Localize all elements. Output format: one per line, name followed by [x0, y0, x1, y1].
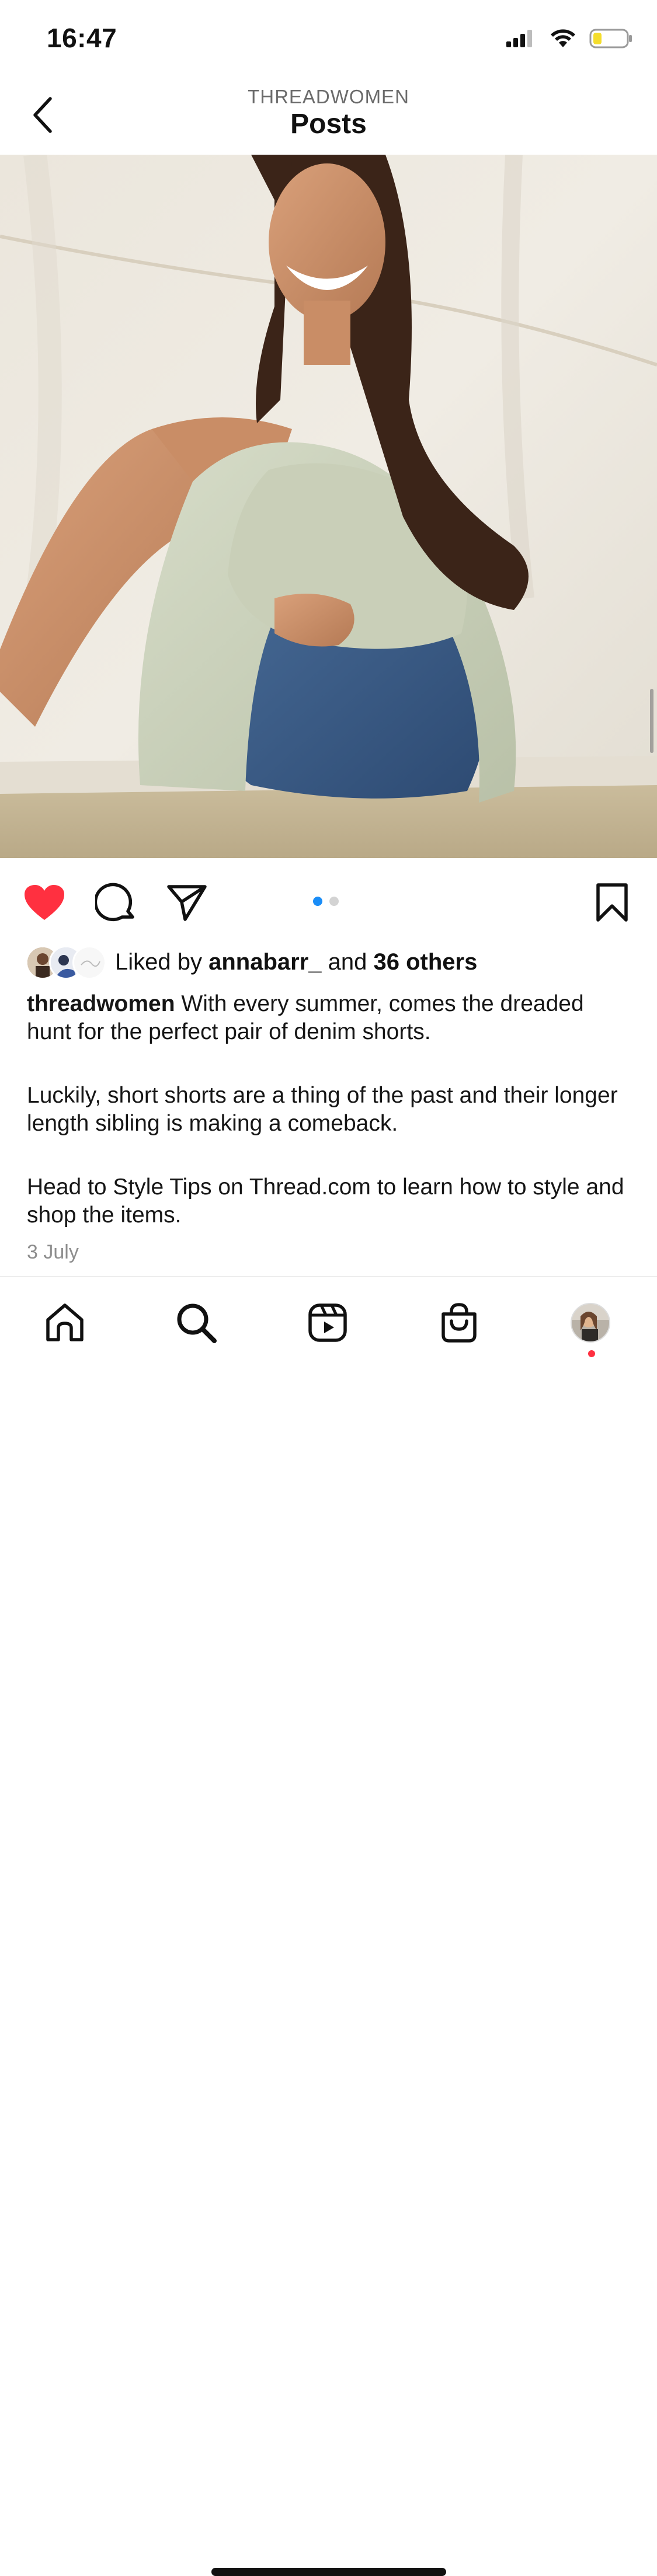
caption-paragraph: Luckily, short shorts are a thing of the… — [27, 1083, 618, 1136]
bookmark-icon — [596, 883, 628, 922]
post-photo[interactable] — [0, 155, 657, 858]
profile-notification-dot — [588, 1350, 595, 1357]
battery-icon — [589, 29, 632, 48]
caption-paragraph: Head to Style Tips on Thread.com to lear… — [27, 1174, 624, 1228]
likes-middle: and — [321, 949, 374, 975]
status-bar: 16:47 — [0, 0, 657, 79]
post-action-bar — [0, 863, 657, 939]
caption-username[interactable]: threadwomen — [27, 991, 175, 1016]
carousel-indicator — [313, 897, 339, 906]
heart-filled-icon — [25, 885, 64, 920]
carousel-dot — [329, 897, 339, 906]
nav-header: THREADWOMEN Posts — [0, 79, 657, 155]
send-paper-plane-icon — [167, 885, 207, 921]
scroll-indicator — [650, 689, 653, 753]
likes-summary[interactable]: Liked by annabarr_ and 36 others — [26, 944, 477, 979]
status-time: 16:47 — [47, 23, 117, 53]
comment-bubble-icon — [95, 883, 134, 922]
share-button[interactable] — [165, 880, 209, 925]
likes-others[interactable]: 36 others — [374, 949, 478, 975]
save-button[interactable] — [590, 880, 634, 925]
comment-button[interactable] — [93, 880, 138, 925]
tab-reels[interactable] — [301, 1296, 354, 1349]
tab-shop[interactable] — [433, 1296, 485, 1349]
home-indicator — [211, 2568, 446, 2576]
tab-home[interactable] — [39, 1296, 91, 1349]
shopping-bag-icon — [442, 1303, 477, 1343]
header-account-name: THREADWOMEN — [248, 86, 409, 107]
liker-avatars — [26, 946, 106, 979]
tab-search[interactable] — [170, 1296, 223, 1349]
status-icons — [505, 28, 634, 49]
liker-avatar — [72, 946, 106, 979]
carousel-dot-active — [313, 897, 322, 906]
post-date: 3 July — [27, 1241, 79, 1263]
bottom-tab-bar — [0, 1276, 657, 2576]
home-icon — [46, 1303, 84, 1341]
likes-prefix: Liked by — [115, 949, 209, 975]
post-caption: threadwomen With every summer, comes the… — [27, 990, 634, 1265]
page-title: Posts — [290, 109, 367, 140]
cellular-signal-icon — [506, 30, 532, 47]
tab-profile[interactable] — [564, 1296, 617, 1349]
post-photo-illustration — [0, 155, 657, 858]
caption-paragraph: threadwomen With every summer, comes the… — [27, 990, 634, 1046]
like-button[interactable] — [22, 880, 67, 925]
liker-username[interactable]: annabarr_ — [208, 949, 321, 975]
profile-avatar — [571, 1303, 610, 1343]
search-icon — [177, 1303, 217, 1343]
wifi-icon — [551, 29, 575, 47]
reels-icon — [308, 1303, 347, 1342]
